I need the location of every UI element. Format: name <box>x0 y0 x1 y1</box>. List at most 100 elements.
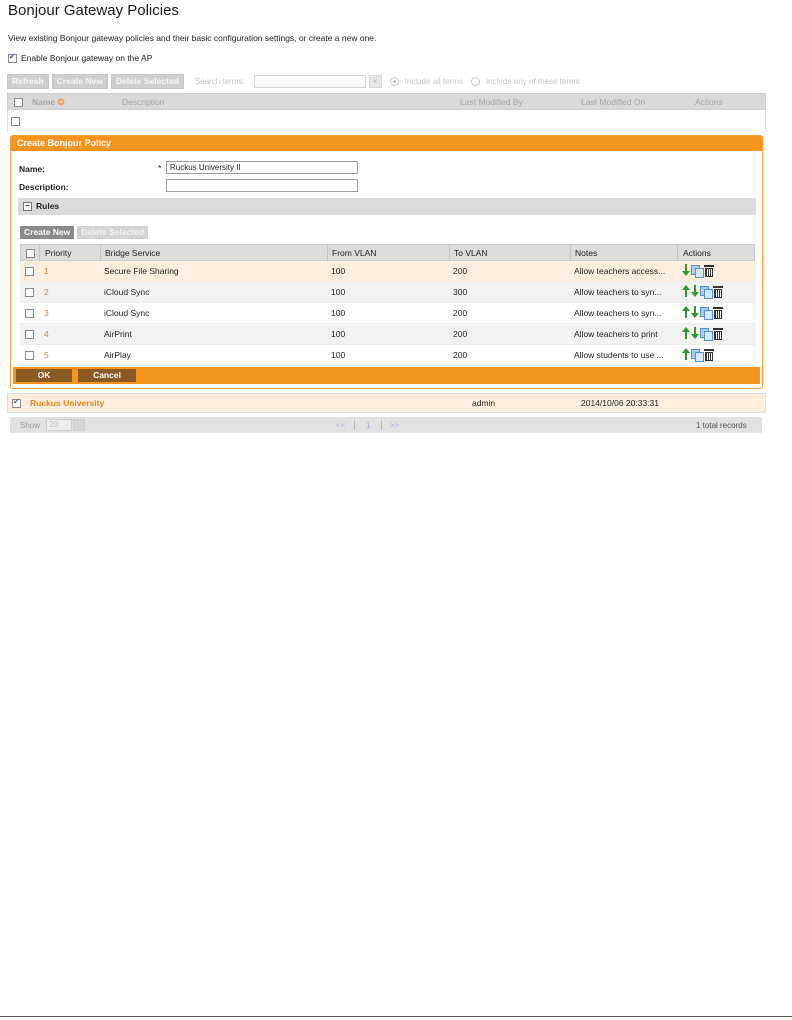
rule-from-vlan: 100 <box>331 308 346 318</box>
rule-row-checkbox[interactable] <box>25 309 34 318</box>
rules-create-new-button[interactable]: Create New <box>20 226 75 239</box>
total-records: 1 total records <box>696 421 747 430</box>
description-field[interactable] <box>166 179 358 192</box>
rule-row-checkbox[interactable] <box>25 267 34 276</box>
move-down-icon[interactable] <box>682 264 690 276</box>
page-size-dropdown-icon[interactable] <box>73 419 85 431</box>
rule-row-checkbox[interactable] <box>25 288 34 297</box>
collapse-icon[interactable]: − <box>23 202 32 211</box>
rule-priority-link[interactable]: 4 <box>44 329 49 339</box>
policy-toolbar: Refresh Create New Delete Selected Searc… <box>7 73 580 89</box>
delete-icon[interactable] <box>704 348 714 361</box>
move-down-icon[interactable] <box>691 285 699 297</box>
move-up-icon[interactable] <box>682 348 690 360</box>
cancel-button[interactable]: Cancel <box>78 369 136 382</box>
rule-notes: Allow teachers to print <box>574 329 658 339</box>
move-down-icon[interactable] <box>691 306 699 318</box>
enable-bonjour-row[interactable]: Enable Bonjour gateway on the AP <box>8 52 153 63</box>
delete-icon[interactable] <box>713 306 723 319</box>
policy-grid-header: Name ✪ Description Last Modified By Last… <box>7 93 766 110</box>
rule-to-vlan: 200 <box>453 350 468 360</box>
column-name[interactable]: Name ✪ <box>32 97 65 108</box>
page-size-select[interactable]: 20 <box>46 419 72 431</box>
move-up-icon[interactable] <box>682 285 690 297</box>
include-all-label: Include all terms <box>404 76 463 86</box>
rule-row[interactable]: 1 Secure File Sharing 100 200 Allow teac… <box>20 261 755 282</box>
new-row <box>7 110 766 132</box>
policy-row[interactable]: Ruckus University admin 2014/10/06 20:33… <box>7 393 766 413</box>
column-rule-actions: Actions <box>683 248 711 258</box>
column-from-vlan: From VLAN <box>332 248 377 258</box>
name-field[interactable]: Ruckus University II <box>166 161 358 174</box>
delete-selected-button[interactable]: Delete Selected <box>110 73 184 89</box>
panel-footer: OK Cancel <box>13 367 760 384</box>
search-input[interactable] <box>253 74 366 88</box>
include-any-radio[interactable] <box>470 76 480 86</box>
rules-table-header: Priority Bridge Service From VLAN To VLA… <box>20 244 755 261</box>
policy-name-link[interactable]: Ruckus University <box>30 398 104 408</box>
rule-row-checkbox[interactable] <box>25 330 34 339</box>
move-up-icon[interactable] <box>682 306 690 318</box>
prev-page-button[interactable]: << <box>336 421 345 430</box>
clear-search-icon[interactable]: × <box>368 74 382 88</box>
rule-to-vlan: 200 <box>453 329 468 339</box>
include-any-label: Include any of these terms <box>485 76 580 86</box>
rule-bridge-service: iCloud Sync <box>104 308 150 318</box>
move-up-icon[interactable] <box>682 327 690 339</box>
rule-bridge-service: iCloud Sync <box>104 287 150 297</box>
enable-bonjour-checkbox[interactable] <box>8 52 17 63</box>
rule-row[interactable]: 4 AirPrint 100 200 Allow teachers to pri… <box>20 324 755 345</box>
new-row-checkbox[interactable] <box>11 117 20 126</box>
pagination-bar: Show 20 << 1 >> 1 total records <box>10 417 762 433</box>
rule-to-vlan: 200 <box>453 266 468 276</box>
rule-row[interactable]: 5 AirPlay 100 200 Allow students to use … <box>20 345 755 366</box>
column-to-vlan: To VLAN <box>454 248 488 258</box>
rule-row[interactable]: 2 iCloud Sync 100 300 Allow teachers to … <box>20 282 755 303</box>
rule-bridge-service: AirPlay <box>104 350 131 360</box>
next-page-button[interactable]: >> <box>390 421 399 430</box>
rule-priority-link[interactable]: 2 <box>44 287 49 297</box>
page-intro: View existing Bonjour gateway policies a… <box>8 33 377 43</box>
rule-priority-link[interactable]: 1 <box>44 266 49 276</box>
rule-row[interactable]: 3 iCloud Sync 100 200 Allow teachers to … <box>20 303 755 324</box>
policy-row-checkbox[interactable] <box>12 397 21 408</box>
clone-icon[interactable] <box>700 306 713 320</box>
rules-section-header[interactable]: − Rules <box>18 198 756 215</box>
create-policy-title: Create Bonjour Policy <box>11 136 762 151</box>
rules-table: Priority Bridge Service From VLAN To VLA… <box>20 244 755 366</box>
move-down-icon[interactable] <box>691 327 699 339</box>
delete-icon[interactable] <box>713 327 723 340</box>
sort-icon: ✪ <box>57 97 65 107</box>
rule-from-vlan: 100 <box>331 350 346 360</box>
column-description: Description <box>122 97 165 107</box>
column-last-modified-on: Last Modified On <box>581 97 646 107</box>
rules-delete-selected-button[interactable]: Delete Selected <box>77 226 149 239</box>
clone-icon[interactable] <box>700 327 713 341</box>
refresh-button[interactable]: Refresh <box>7 73 49 89</box>
clone-icon[interactable] <box>691 264 704 278</box>
enable-bonjour-label: Enable Bonjour gateway on the AP <box>21 53 153 63</box>
clone-icon[interactable] <box>691 348 704 362</box>
rule-priority-link[interactable]: 5 <box>44 350 49 360</box>
rule-from-vlan: 100 <box>331 287 346 297</box>
select-all-checkbox[interactable] <box>14 98 23 107</box>
rule-row-checkbox[interactable] <box>25 351 34 360</box>
rule-notes: Allow teachers to syn... <box>574 308 662 318</box>
rule-bridge-service: Secure File Sharing <box>104 266 179 276</box>
delete-icon[interactable] <box>704 264 714 277</box>
column-priority: Priority <box>45 248 72 258</box>
rule-priority-link[interactable]: 3 <box>44 308 49 318</box>
include-all-radio[interactable] <box>389 76 399 86</box>
clone-icon[interactable] <box>700 285 713 299</box>
page-number[interactable]: 1 <box>366 421 370 430</box>
rule-from-vlan: 100 <box>331 329 346 339</box>
rules-toolbar: Create New Delete Selected <box>20 226 149 239</box>
ok-button[interactable]: OK <box>16 369 72 382</box>
create-policy-panel: Create Bonjour Policy Name: * Ruckus Uni… <box>10 135 763 389</box>
create-new-button[interactable]: Create New <box>51 73 108 89</box>
column-notes: Notes <box>575 248 598 258</box>
rules-select-all-checkbox[interactable] <box>26 249 35 258</box>
column-last-modified-by: Last Modified By <box>460 97 523 107</box>
delete-icon[interactable] <box>713 285 723 298</box>
rule-notes: Allow teachers to syn... <box>574 287 662 297</box>
